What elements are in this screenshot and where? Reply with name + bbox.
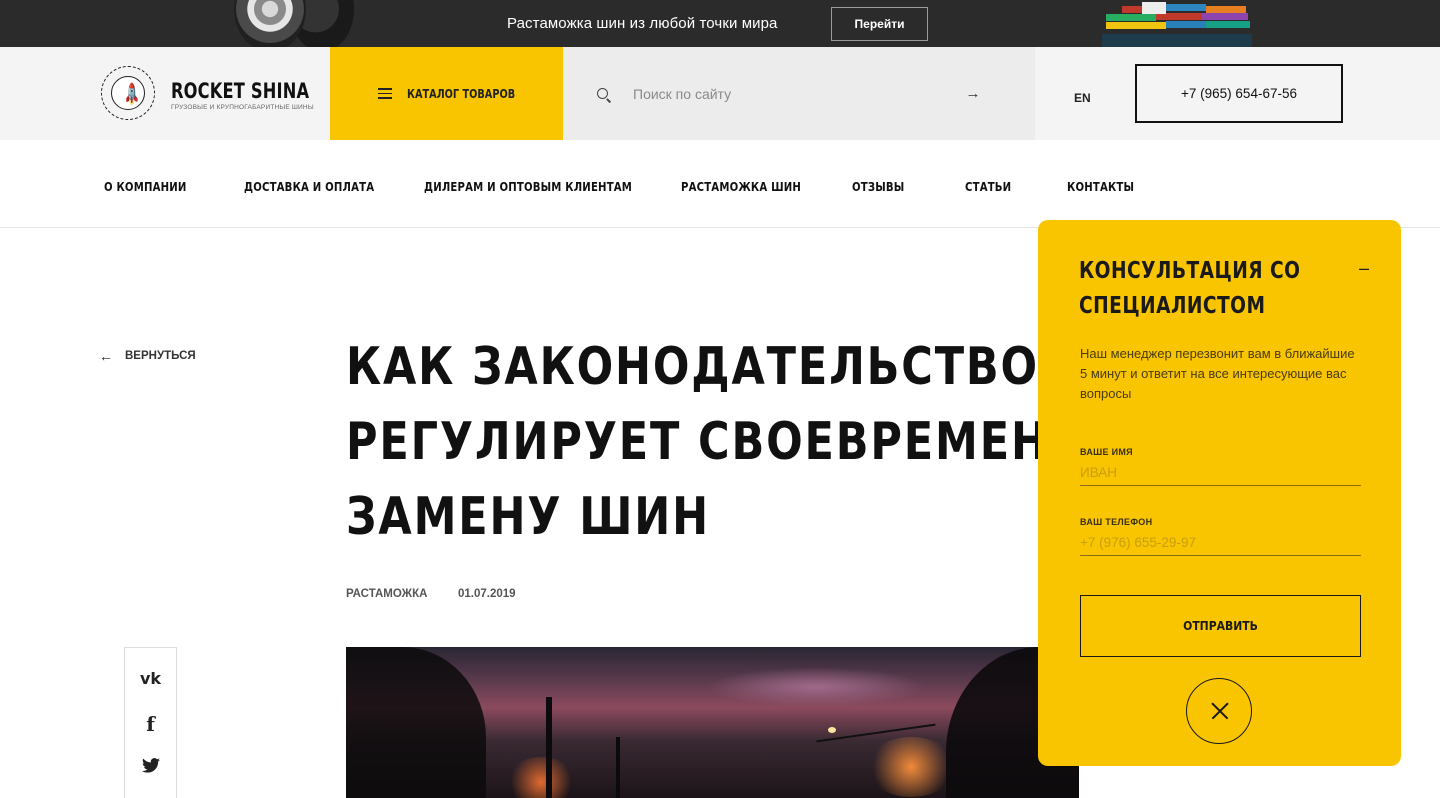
phone-button[interactable]: +7 (965) 654-67-56 bbox=[1135, 64, 1343, 123]
logo-icon[interactable]: 🚀 bbox=[101, 66, 155, 120]
nav-item-delivery[interactable]: ДОСТАВКА И ОПЛАТА bbox=[244, 179, 374, 194]
banner-text: Растаможка шин из любой точки мира bbox=[507, 15, 778, 32]
consultation-panel: КОНСУЛЬТАЦИЯ СО СПЕЦИАЛИСТОМ – Наш менед… bbox=[1038, 220, 1401, 766]
banner-go-button[interactable]: Перейти bbox=[831, 7, 928, 41]
vk-icon[interactable]: vk bbox=[125, 669, 176, 688]
nav-item-contacts[interactable]: КОНТАКТЫ bbox=[1067, 179, 1134, 194]
article-title-line: ЗАМЕНУ ШИН bbox=[346, 487, 710, 547]
article-category[interactable]: РАСТАМОЖКА bbox=[346, 588, 427, 600]
nav-item-articles[interactable]: СТАТЬИ bbox=[965, 179, 1011, 194]
main-nav: О КОМПАНИИ ДОСТАВКА И ОПЛАТА ДИЛЕРАМ И О… bbox=[0, 140, 1440, 228]
promo-banner: Растаможка шин из любой точки мира Перей… bbox=[0, 0, 1440, 50]
nav-item-about[interactable]: О КОМПАНИИ bbox=[104, 179, 187, 194]
submit-button[interactable]: ОТПРАВИТЬ bbox=[1080, 595, 1361, 657]
article-image bbox=[346, 647, 1079, 798]
phone-label: ВАШ ТЕЛЕФОН bbox=[1080, 517, 1153, 527]
consultation-title-line: СПЕЦИАЛИСТОМ bbox=[1079, 293, 1266, 319]
tire-image bbox=[230, 0, 354, 50]
article-title-line: КАК ЗАКОНОДАТЕЛЬСТВО bbox=[346, 337, 1039, 397]
facebook-icon[interactable]: f bbox=[125, 712, 176, 736]
article-title-line: РЕГУЛИРУЕТ СВОЕВРЕМЕННУЮ bbox=[346, 412, 1175, 472]
consultation-title-line: КОНСУЛЬТАЦИЯ СО bbox=[1079, 258, 1301, 284]
arrow-right-icon[interactable]: → bbox=[963, 85, 983, 103]
search-input[interactable] bbox=[633, 83, 933, 105]
arrow-left-icon: ← bbox=[99, 348, 113, 364]
nav-item-customs[interactable]: РАСТАМОЖКА ШИН bbox=[681, 179, 801, 194]
close-icon[interactable] bbox=[1186, 678, 1252, 744]
search-icon bbox=[597, 88, 608, 99]
consultation-title: КОНСУЛЬТАЦИЯ СО СПЕЦИАЛИСТОМ bbox=[1079, 254, 1339, 324]
consultation-description: Наш менеджер перезвонит вам в ближайшие … bbox=[1080, 346, 1355, 401]
menu-icon bbox=[378, 88, 392, 99]
share-panel: vk f bbox=[124, 647, 177, 798]
catalog-label: КАТАЛОГ ТОВАРОВ bbox=[407, 86, 516, 101]
phone-field[interactable] bbox=[1080, 530, 1361, 556]
cargo-ship-image bbox=[1102, 0, 1252, 47]
article-title: КАК ЗАКОНОДАТЕЛЬСТВО РЕГУЛИРУЕТ СВОЕВРЕМ… bbox=[346, 330, 1175, 555]
article-date: 01.07.2019 bbox=[458, 588, 516, 600]
language-switch[interactable]: EN bbox=[1074, 91, 1091, 105]
back-link[interactable]: ← ВЕРНУТЬСЯ bbox=[99, 348, 196, 364]
nav-item-reviews[interactable]: ОТЗЫВЫ bbox=[852, 179, 904, 194]
nav-item-dealers[interactable]: ДИЛЕРАМ И ОПТОВЫМ КЛИЕНТАМ bbox=[424, 179, 632, 194]
name-label: ВАШЕ ИМЯ bbox=[1080, 447, 1133, 457]
twitter-icon[interactable] bbox=[125, 758, 176, 778]
catalog-button[interactable]: КАТАЛОГ ТОВАРОВ bbox=[330, 47, 563, 140]
logo-subtitle: ГРУЗОВЫЕ И КРУПНОГАБАРИТНЫЕ ШИНЫ bbox=[171, 104, 314, 111]
name-field[interactable] bbox=[1080, 460, 1361, 486]
logo-title[interactable]: ROCKET SHINA bbox=[171, 79, 309, 103]
site-header: 🚀 ROCKET SHINA ГРУЗОВЫЕ И КРУПНОГАБАРИТН… bbox=[0, 47, 1440, 140]
search-bar: → bbox=[563, 47, 1035, 140]
minimize-button[interactable]: – bbox=[1358, 258, 1370, 278]
back-label: ВЕРНУТЬСЯ bbox=[125, 350, 196, 362]
